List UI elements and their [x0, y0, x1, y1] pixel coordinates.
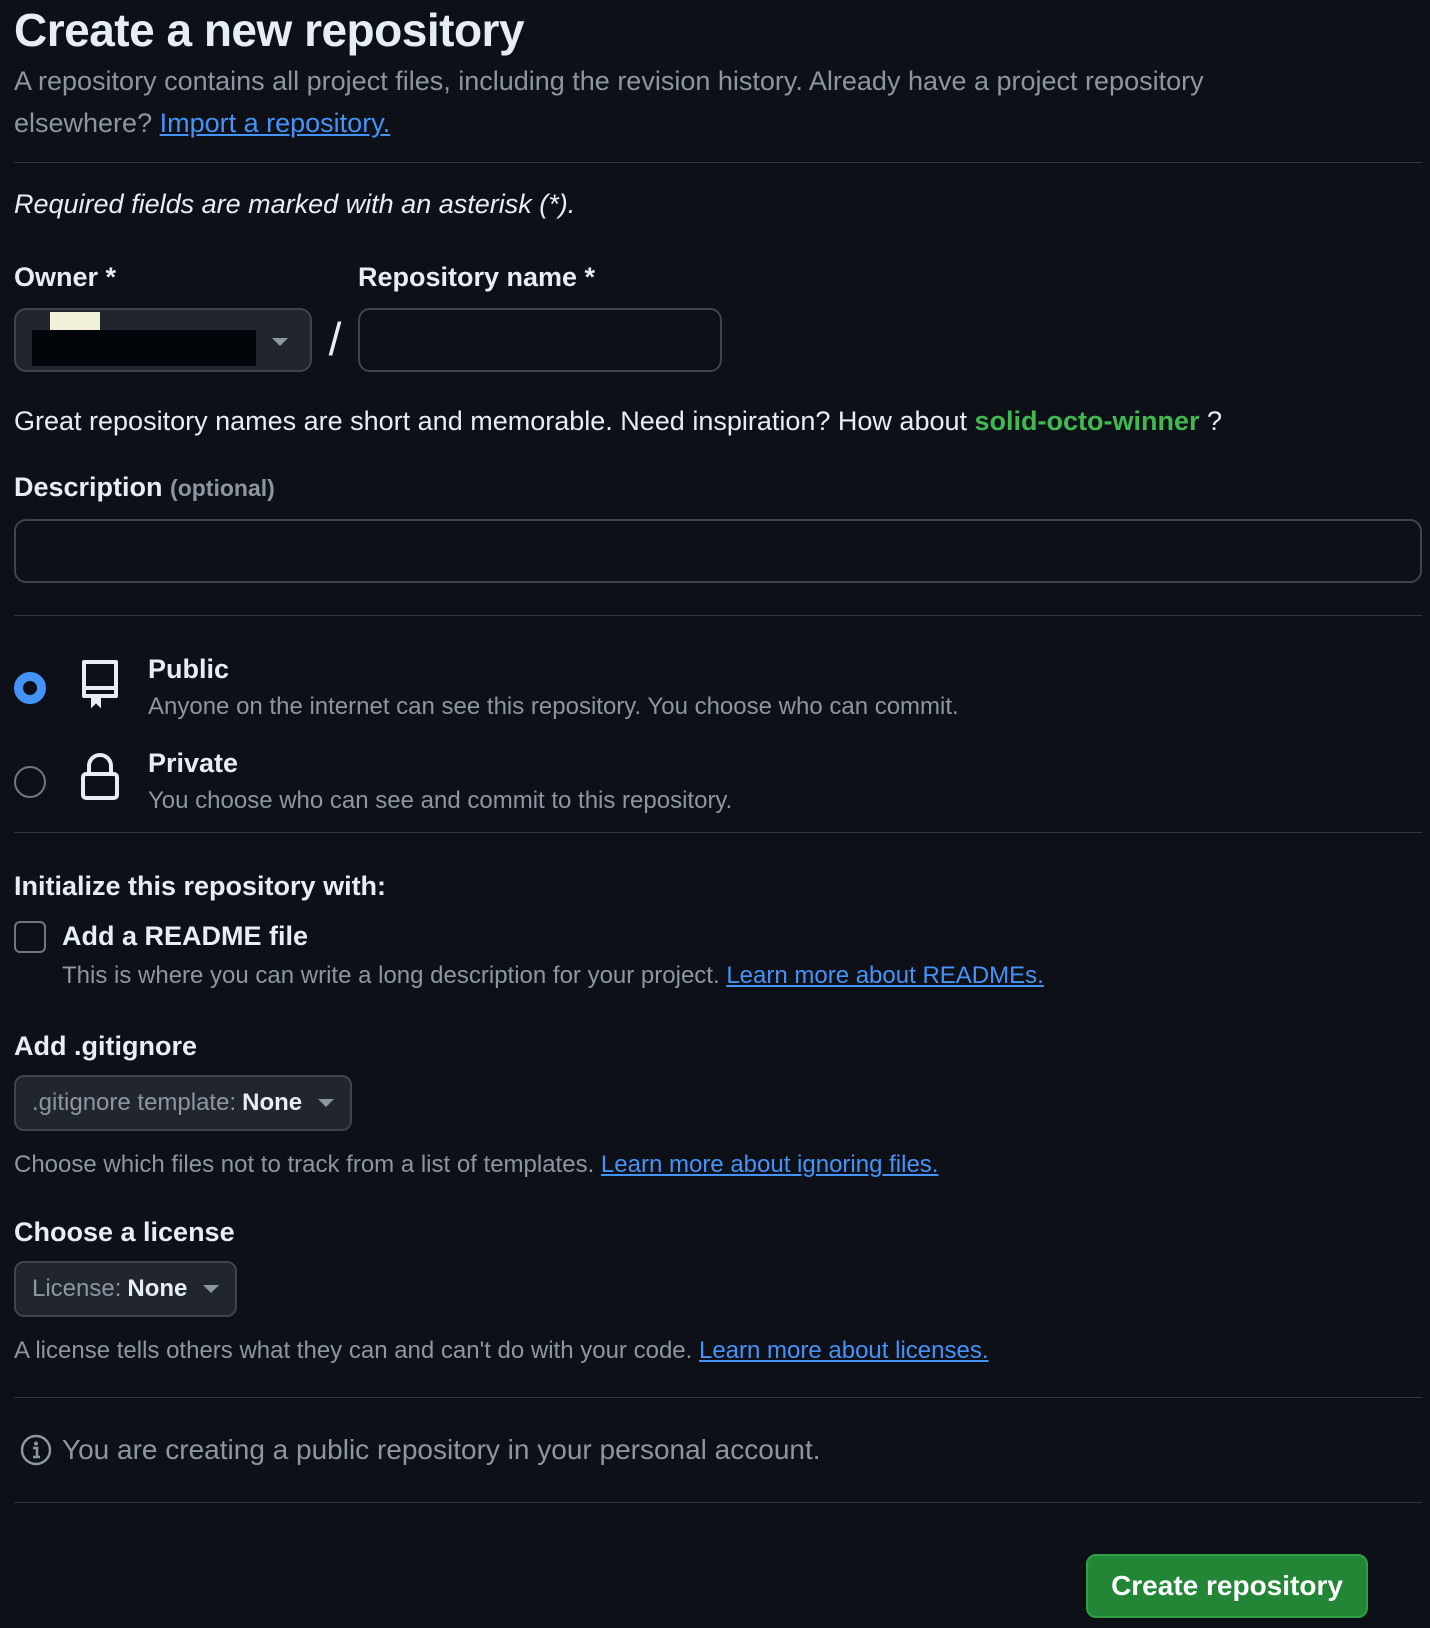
- private-option-text: Private You choose who can see and commi…: [148, 746, 732, 816]
- license-select-value: None: [127, 1275, 188, 1302]
- owner-select[interactable]: [14, 308, 312, 372]
- divider: [14, 1502, 1422, 1503]
- create-repository-button[interactable]: Create repository: [1086, 1554, 1368, 1618]
- private-description: You choose who can see and commit to thi…: [148, 787, 733, 814]
- chevron-down-icon: [272, 338, 288, 346]
- repo-icon: [82, 660, 118, 709]
- visibility-private-option[interactable]: Private You choose who can see and commi…: [14, 746, 1422, 816]
- readme-checkbox[interactable]: [14, 921, 46, 953]
- owner-label: Owner *: [14, 262, 117, 292]
- gitignore-learn-more-link[interactable]: Learn more about ignoring files.: [601, 1151, 939, 1178]
- subtitle-elsewhere-text: elsewhere?: [14, 108, 153, 138]
- description-label-text: Description: [14, 472, 163, 502]
- new-repository-page: Create a new repository A repository con…: [0, 2, 1430, 1628]
- readme-title: Add a README file: [62, 921, 309, 951]
- page-title: Create a new repository: [14, 4, 525, 56]
- repository-name-field: Repository name *: [358, 260, 722, 372]
- description-input[interactable]: [14, 519, 1422, 583]
- divider: [14, 615, 1422, 616]
- license-select[interactable]: License: None: [14, 1261, 238, 1317]
- chevron-down-icon: [203, 1285, 220, 1293]
- owner-avatar-redacted: [50, 312, 100, 330]
- repository-name-label: Repository name *: [358, 262, 596, 292]
- owner-field: Owner *: [14, 260, 326, 372]
- notice-text: You are creating a public repository in …: [62, 1434, 821, 1465]
- subtitle-line-1: A repository contains all project files,…: [14, 66, 1204, 96]
- license-help-text: A license tells others what they can and…: [14, 1337, 693, 1364]
- gitignore-template-select[interactable]: .gitignore template: None: [14, 1075, 353, 1131]
- initialize-label: Initialize this repository with:: [14, 871, 387, 901]
- gitignore-help-text: Choose which files not to track from a l…: [14, 1151, 595, 1178]
- readme-option[interactable]: Add a README file This is where you can …: [14, 919, 1422, 991]
- inspiration-text: Great repository names are short and mem…: [14, 406, 967, 436]
- public-description: Anyone on the internet can see this repo…: [148, 693, 959, 720]
- license-select-wrap: License: None: [14, 1261, 1422, 1317]
- public-radio[interactable]: [14, 672, 46, 704]
- readme-learn-more-link[interactable]: Learn more about READMEs.: [726, 962, 1043, 989]
- readme-desc-text: This is where you can write a long descr…: [62, 962, 720, 989]
- divider: [14, 1397, 1422, 1398]
- license-help: A license tells others what they can and…: [14, 1335, 1422, 1367]
- owner-repo-row: Owner * / Repository name *: [14, 260, 1422, 372]
- divider: [14, 162, 1422, 163]
- description-label: Description (optional): [14, 470, 1422, 505]
- private-title: Private: [148, 748, 239, 778]
- chevron-down-icon: [318, 1099, 335, 1107]
- form-container: Create a new repository A repository con…: [14, 2, 1422, 1503]
- owner-repo-separator: /: [328, 313, 342, 365]
- gitignore-label: Add .gitignore: [14, 1031, 197, 1061]
- suggested-name-button[interactable]: solid-octo-winner: [975, 406, 1200, 436]
- private-radio[interactable]: [14, 766, 46, 798]
- page-subtitle: A repository contains all project files,…: [14, 60, 1422, 144]
- license-select-prefix: License:: [32, 1275, 122, 1302]
- license-learn-more-link[interactable]: Learn more about licenses.: [699, 1337, 989, 1364]
- public-repo-notice: You are creating a public repository in …: [20, 1434, 1422, 1466]
- info-icon: [20, 1434, 52, 1466]
- license-label: Choose a license: [14, 1217, 235, 1247]
- name-inspiration: Great repository names are short and mem…: [14, 402, 1422, 440]
- public-title: Public: [148, 654, 230, 684]
- public-option-text: Public Anyone on the internet can see th…: [148, 652, 959, 722]
- readme-text: Add a README file This is where you can …: [62, 919, 1044, 991]
- visibility-public-option[interactable]: Public Anyone on the internet can see th…: [14, 652, 1422, 722]
- subtitle-line-2: elsewhere? Import a repository.: [14, 102, 1422, 144]
- readme-description: This is where you can write a long descr…: [62, 961, 1044, 991]
- divider: [14, 832, 1422, 833]
- optional-tag: (optional): [170, 475, 275, 501]
- lock-icon: [81, 753, 119, 800]
- repository-name-input[interactable]: [358, 308, 722, 372]
- gitignore-select-wrap: .gitignore template: None: [14, 1075, 1422, 1131]
- required-fields-note: Required fields are marked with an aster…: [14, 189, 576, 219]
- gitignore-select-value: None: [242, 1089, 303, 1116]
- import-repository-link[interactable]: Import a repository.: [160, 108, 391, 138]
- gitignore-select-prefix: .gitignore template:: [32, 1089, 237, 1116]
- gitignore-help: Choose which files not to track from a l…: [14, 1149, 1422, 1181]
- owner-redacted-block: [32, 330, 256, 366]
- inspiration-end: ?: [1207, 406, 1223, 436]
